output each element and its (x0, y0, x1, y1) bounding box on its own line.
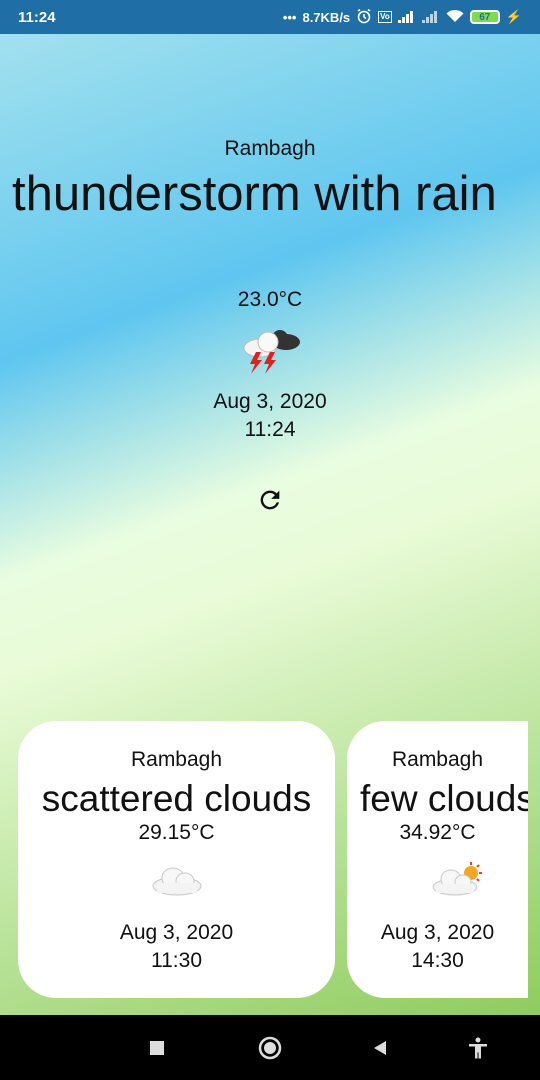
current-temperature: 23.0°C (237, 288, 303, 311)
square-icon (150, 1041, 164, 1055)
charging-icon: ⚡ (505, 9, 522, 24)
forecast-temperature: 34.92°C (399, 821, 476, 844)
thunderstorm-icon (238, 326, 304, 376)
back-button[interactable] (370, 1035, 390, 1061)
forecast-city: Rambagh (130, 748, 223, 771)
home-button[interactable] (256, 1035, 284, 1061)
status-time: 11:24 (18, 8, 56, 26)
forecast-description: scattered clouds (41, 778, 312, 819)
current-datetime: Aug 3, 2020 11:24 (0, 388, 540, 444)
forecast-date: Aug 3, 2020 (119, 921, 234, 944)
forecast-datetime: Aug 3, 2020 14:30 (347, 919, 528, 975)
home-circle-icon (258, 1036, 282, 1060)
forecast-temperature: 29.15°C (138, 821, 215, 844)
partly-cloudy-icon (429, 861, 485, 897)
current-description: thunderstorm with rain (12, 167, 497, 221)
wifi-icon (446, 9, 464, 26)
refresh-button[interactable] (252, 482, 288, 518)
alarm-icon (356, 8, 372, 27)
current-city: Rambagh (224, 137, 316, 160)
cloud-icon (149, 861, 205, 897)
refresh-icon (260, 490, 280, 510)
current-time: 11:24 (244, 418, 296, 441)
forecast-city: Rambagh (391, 748, 484, 771)
status-bar: 11:24 ••• 8.7KB/s Vo 67 ⚡ (0, 0, 540, 34)
signal-2-icon (421, 11, 440, 23)
forecast-card[interactable]: Rambagh few clouds 34.92°C Aug 3, 2020 1… (347, 721, 528, 998)
current-date: Aug 3, 2020 (213, 390, 327, 413)
back-triangle-icon (374, 1041, 386, 1055)
forecast-time: 11:30 (151, 949, 202, 972)
volte-icon: Vo (378, 11, 392, 23)
net-speed: 8.7KB/s (302, 9, 351, 25)
battery-icon: 67 (469, 10, 500, 24)
signal-icon (397, 11, 416, 23)
forecast-date: Aug 3, 2020 (380, 921, 495, 944)
status-icons: ••• 8.7KB/s Vo 67 ⚡ (283, 8, 522, 27)
accessibility-icon (469, 1037, 487, 1059)
accessibility-button[interactable] (466, 1035, 490, 1061)
navigation-bar (0, 1015, 540, 1080)
forecast-card[interactable]: Rambagh scattered clouds 29.15°C Aug 3, … (18, 721, 335, 998)
dots-icon: ••• (282, 9, 297, 25)
forecast-datetime: Aug 3, 2020 11:30 (18, 919, 335, 975)
forecast-description: few clouds (360, 778, 528, 819)
recents-button[interactable] (148, 1035, 166, 1061)
forecast-time: 14:30 (411, 949, 464, 972)
